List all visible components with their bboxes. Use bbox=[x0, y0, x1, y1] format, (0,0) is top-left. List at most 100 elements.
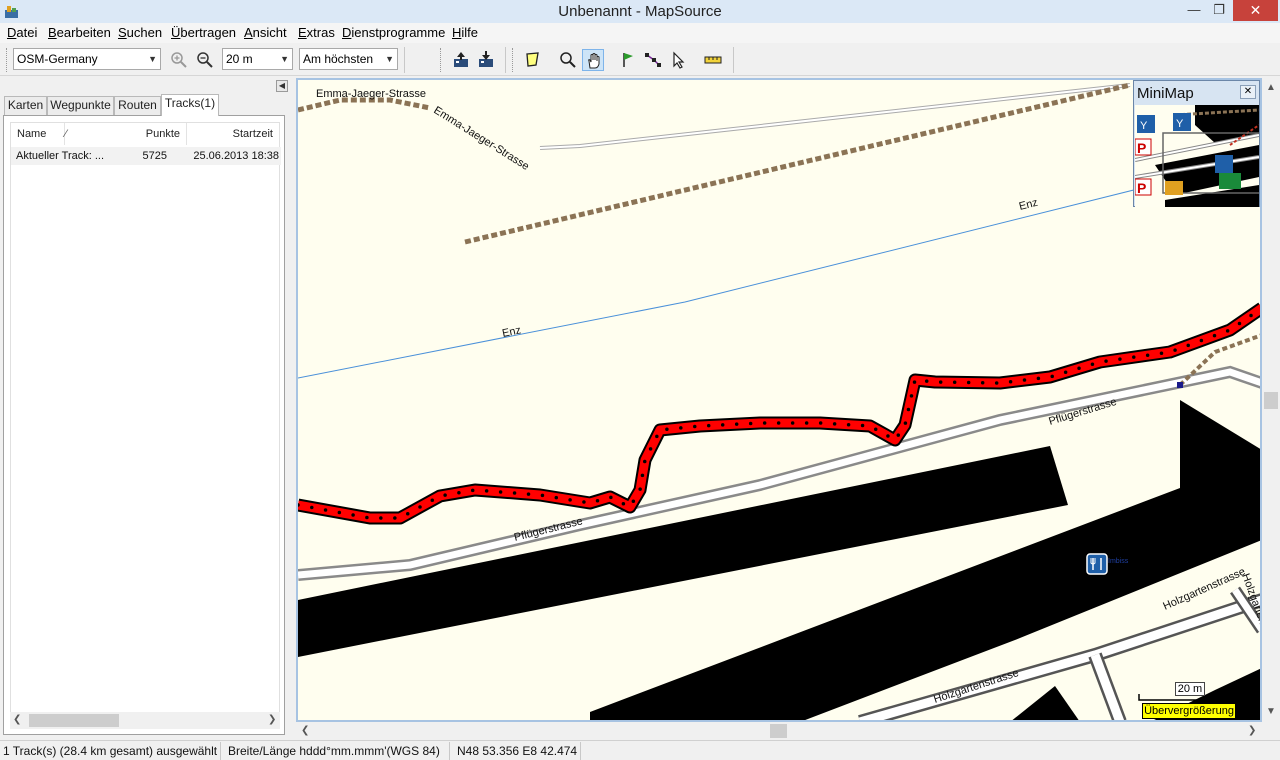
track-name-cell: Aktueller Track: ... bbox=[16, 150, 105, 162]
list-horizontal-scrollbar[interactable]: ❮ ❯ bbox=[10, 712, 280, 729]
scroll-right-icon[interactable]: ❯ bbox=[268, 714, 276, 725]
map-select-tool-button[interactable] bbox=[522, 49, 544, 71]
zoom-out-icon bbox=[197, 52, 213, 68]
column-header-startzeit[interactable]: Startzeit bbox=[187, 123, 279, 145]
svg-text:Y: Y bbox=[1140, 120, 1148, 132]
map-view[interactable]: Emma-Jaeger-Strasse Emma-Jaeger-Strasse … bbox=[296, 78, 1262, 722]
scroll-up-icon[interactable]: ▲ bbox=[1266, 82, 1276, 93]
menu-uebertragen[interactable]: Übertragen bbox=[171, 25, 236, 40]
map-product-value: OSM-Germany bbox=[17, 52, 98, 66]
map-product-select[interactable]: OSM-Germany ▼ bbox=[13, 48, 161, 70]
cursor-position: N48 53.356 E8 42.474 bbox=[457, 744, 578, 758]
river-enz bbox=[298, 157, 1260, 379]
menu-ansicht[interactable]: Ansicht bbox=[244, 25, 287, 40]
zoom-scale-select[interactable]: 20 m ▼ bbox=[222, 48, 293, 70]
menu-dienstprogramme[interactable]: Dienstprogramme bbox=[342, 25, 445, 40]
column-header-name[interactable]: Name bbox=[11, 123, 65, 145]
toolbar-separator bbox=[505, 47, 506, 73]
menu-extras[interactable]: Extras bbox=[298, 25, 335, 40]
zoom-in-button[interactable] bbox=[168, 49, 190, 71]
title-bar: Unbenannt - MapSource — ❐ ✕ bbox=[0, 0, 1280, 23]
track-aktueller-track[interactable] bbox=[298, 302, 1260, 525]
menu-hilfe[interactable]: Hilfe bbox=[452, 25, 478, 40]
send-to-device-button[interactable] bbox=[475, 49, 497, 71]
footpath bbox=[464, 82, 1131, 245]
svg-text:Y: Y bbox=[1176, 118, 1184, 130]
scroll-left-icon[interactable]: ❮ bbox=[301, 725, 309, 736]
overzoom-indicator: Übervergrößerung bbox=[1142, 703, 1236, 719]
route-point[interactable] bbox=[1177, 382, 1183, 388]
menu-bearbeiten[interactable]: Bearbeiten bbox=[48, 25, 111, 40]
menu-bar: Datei Bearbeiten Suchen Übertragen Ansic… bbox=[0, 23, 1280, 43]
device-upload-icon bbox=[454, 52, 468, 67]
toolbar-grip[interactable] bbox=[512, 48, 514, 72]
zoom-scale-value: 20 m bbox=[226, 52, 253, 66]
distance-ruler-button[interactable] bbox=[702, 49, 724, 71]
detail-level-value: Am höchsten bbox=[303, 52, 374, 66]
building bbox=[1012, 686, 1079, 720]
selection-arrow-button[interactable] bbox=[668, 49, 690, 71]
map-vertical-scrollbar[interactable]: ▲ ▼ bbox=[1262, 78, 1280, 722]
menu-datei[interactable]: Datei bbox=[7, 25, 37, 40]
scroll-right-icon[interactable]: ❯ bbox=[1248, 725, 1256, 736]
map-canvas[interactable]: Emma-Jaeger-Strasse Emma-Jaeger-Strasse … bbox=[298, 80, 1260, 720]
data-panel: ◀ Karten Wegpunkte Routen Tracks(1) Name… bbox=[0, 78, 291, 740]
svg-text:P: P bbox=[1137, 140, 1146, 156]
column-header-punkte[interactable]: Punkte bbox=[119, 123, 187, 145]
zoom-tool-button[interactable] bbox=[557, 49, 579, 71]
device-download-icon bbox=[479, 51, 493, 67]
chevron-down-icon: ▼ bbox=[385, 54, 394, 64]
scrollbar-thumb[interactable] bbox=[1264, 392, 1278, 409]
map-select-icon bbox=[526, 52, 539, 67]
poi-label: Imbiss bbox=[1108, 558, 1129, 565]
svg-text:P: P bbox=[1137, 180, 1146, 196]
chevron-down-icon: ▼ bbox=[280, 54, 289, 64]
toolbar: OSM-Germany ▼ 20 m ▼ Am höchsten ▼ bbox=[0, 44, 1280, 76]
status-separator bbox=[220, 742, 221, 760]
route-icon bbox=[645, 53, 661, 67]
minimap-canvas: Y Y P P bbox=[1134, 105, 1264, 207]
minimap-window[interactable]: MiniMap ✕ Y Y P P bbox=[1133, 80, 1264, 207]
tab-tracks[interactable]: Tracks(1) bbox=[161, 94, 219, 116]
flag-icon bbox=[623, 53, 633, 67]
pointer-icon bbox=[673, 51, 685, 69]
chevron-down-icon: ▼ bbox=[148, 54, 157, 64]
waypoint-tool-button[interactable] bbox=[617, 49, 639, 71]
minimap-close-button[interactable]: ✕ bbox=[1240, 85, 1256, 99]
toolbar-separator bbox=[733, 47, 734, 73]
minimize-button[interactable]: — bbox=[1180, 0, 1208, 21]
scroll-down-icon[interactable]: ▼ bbox=[1266, 706, 1276, 717]
tab-routen[interactable]: Routen bbox=[114, 96, 161, 115]
maximize-button[interactable]: ❐ bbox=[1205, 0, 1233, 21]
toolbar-separator bbox=[404, 47, 405, 73]
receive-from-device-button[interactable] bbox=[450, 49, 472, 71]
zoom-out-button[interactable] bbox=[194, 49, 216, 71]
sort-indicator: ⁄ bbox=[65, 128, 67, 140]
minimap-view[interactable]: Y Y P P bbox=[1134, 105, 1264, 207]
road-emma-jaeger bbox=[539, 83, 1131, 150]
river-label: Enz bbox=[1018, 197, 1039, 213]
street-label: Emma-Jaeger-Strasse bbox=[316, 88, 426, 100]
detail-level-select[interactable]: Am höchsten ▼ bbox=[299, 48, 398, 70]
close-window-button[interactable]: ✕ bbox=[1233, 0, 1278, 21]
tab-wegpunkte[interactable]: Wegpunkte bbox=[47, 96, 114, 115]
hand-icon bbox=[588, 53, 600, 69]
magnifier-icon bbox=[560, 52, 576, 68]
toolbar-grip[interactable] bbox=[6, 48, 8, 72]
street-label: Emma-Jaeger-Strasse bbox=[431, 104, 531, 172]
scrollbar-thumb[interactable] bbox=[770, 724, 787, 738]
scroll-left-icon[interactable]: ❮ bbox=[13, 714, 21, 725]
river-label: Enz bbox=[501, 324, 522, 340]
map-horizontal-scrollbar[interactable]: ❮ ❯ bbox=[296, 722, 1262, 740]
toolbar-grip[interactable] bbox=[440, 48, 442, 72]
track-start-cell: 25.06.2013 18:38 bbox=[193, 150, 279, 162]
menu-suchen[interactable]: Suchen bbox=[118, 25, 162, 40]
ruler-icon bbox=[704, 56, 722, 64]
route-tool-button[interactable] bbox=[642, 49, 664, 71]
tab-karten[interactable]: Karten bbox=[4, 96, 47, 115]
status-bar: 1 Track(s) (28.4 km gesamt) ausgewählt B… bbox=[0, 740, 1280, 760]
track-list-table: Name ⁄ Punkte Startzeit Aktueller Track:… bbox=[10, 122, 281, 716]
hand-tool-button[interactable] bbox=[582, 49, 604, 71]
panel-collapse-button[interactable]: ◀ bbox=[276, 80, 288, 92]
scrollbar-thumb[interactable] bbox=[29, 714, 119, 727]
